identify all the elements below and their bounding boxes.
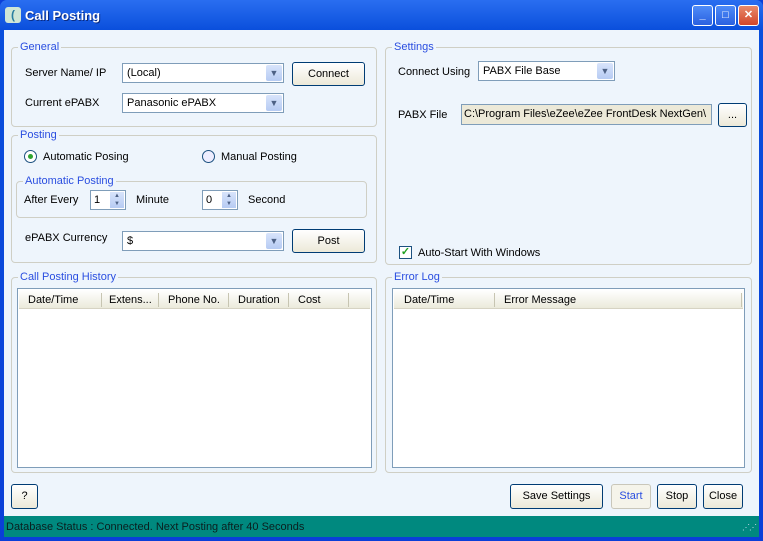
window-title: Call Posting xyxy=(25,8,101,23)
save-settings-button[interactable]: Save Settings xyxy=(510,484,603,509)
chevron-down-icon[interactable]: ▼ xyxy=(266,233,282,249)
stop-button[interactable]: Stop xyxy=(657,484,697,509)
epabx-label: Current ePABX xyxy=(25,97,100,109)
window: ( Call Posting _ □ ✕ General Server Name… xyxy=(0,0,763,541)
maximize-button[interactable]: □ xyxy=(715,5,736,26)
general-legend: General xyxy=(18,41,62,53)
minimize-button[interactable]: _ xyxy=(692,5,713,26)
column-header[interactable]: Error Message xyxy=(504,294,576,306)
chevron-down-icon[interactable]: ▼ xyxy=(597,63,613,79)
errorlog-legend: Error Log xyxy=(392,271,442,283)
close-button[interactable]: Close xyxy=(703,484,743,509)
after-every-label: After Every xyxy=(24,194,79,206)
spinner-arrows-icon[interactable]: ▲ ▼ xyxy=(110,192,124,208)
minute-spinner[interactable]: 1 ▲ ▼ xyxy=(90,190,126,210)
spinner-arrows-icon[interactable]: ▲ ▼ xyxy=(222,192,236,208)
second-spinner[interactable]: 0 ▲ ▼ xyxy=(202,190,238,210)
second-label: Second xyxy=(248,194,286,206)
currency-combo[interactable]: $ ▼ xyxy=(122,231,284,251)
general-group: General xyxy=(11,41,377,127)
column-header[interactable]: Phone No. xyxy=(168,294,220,306)
settings-legend: Settings xyxy=(392,41,436,53)
column-header[interactable]: Cost xyxy=(298,294,321,306)
currency-label: ePABX Currency xyxy=(25,232,108,244)
column-header[interactable]: Duration xyxy=(238,294,280,306)
auto-posting-label: Automatic Posing xyxy=(43,151,129,163)
status-bar: Database Status : Connected. Next Postin… xyxy=(4,516,759,537)
title-bar[interactable]: ( Call Posting _ □ ✕ xyxy=(0,0,763,30)
pabx-file-input[interactable]: C:\Program Files\eZee\eZee FrontDesk Nex… xyxy=(461,104,712,125)
history-header: Date/Time Extens... Phone No. Duration C… xyxy=(19,290,370,309)
connect-using-combo[interactable]: PABX File Base ▼ xyxy=(478,61,615,81)
post-button[interactable]: Post xyxy=(292,229,365,253)
server-label: Server Name/ IP xyxy=(25,67,107,79)
close-window-button[interactable]: ✕ xyxy=(738,5,759,26)
manual-posting-label: Manual Posting xyxy=(221,151,297,163)
app-icon: ( xyxy=(5,7,21,23)
minute-value: 1 xyxy=(94,194,101,206)
history-legend: Call Posting History xyxy=(18,271,118,283)
history-list[interactable]: Date/Time Extens... Phone No. Duration C… xyxy=(17,288,372,468)
minute-label: Minute xyxy=(136,194,170,206)
auto-posting-legend: Automatic Posting xyxy=(23,175,116,187)
pabx-file-label: PABX File xyxy=(398,109,448,121)
resize-grip-icon[interactable]: ⋰⋰ xyxy=(742,523,757,532)
column-header[interactable]: Date/Time xyxy=(404,294,454,306)
column-header[interactable]: Extens... xyxy=(109,294,152,306)
auto-posting-radio[interactable] xyxy=(24,150,37,163)
errorlog-header: Date/Time Error Message xyxy=(394,290,743,309)
chevron-down-icon[interactable]: ▼ xyxy=(266,95,282,111)
currency-value: $ xyxy=(127,235,134,247)
chevron-down-icon[interactable]: ▼ xyxy=(266,65,282,81)
connect-using-label: Connect Using xyxy=(398,66,471,78)
second-value: 0 xyxy=(206,194,213,206)
epabx-value: Panasonic ePABX xyxy=(127,97,217,109)
server-combo[interactable]: (Local) ▼ xyxy=(122,63,284,83)
autostart-checkbox[interactable]: ✓ xyxy=(399,246,412,259)
connect-using-value: PABX File Base xyxy=(483,65,561,77)
server-value: (Local) xyxy=(127,67,161,79)
autostart-label: Auto-Start With Windows xyxy=(418,247,541,259)
browse-button[interactable]: ... xyxy=(718,103,747,127)
epabx-combo[interactable]: Panasonic ePABX ▼ xyxy=(122,93,284,113)
manual-posting-radio[interactable] xyxy=(202,150,215,163)
posting-legend: Posting xyxy=(18,129,59,141)
status-text: Database Status : Connected. Next Postin… xyxy=(6,521,305,533)
errorlog-list[interactable]: Date/Time Error Message xyxy=(392,288,745,468)
help-button[interactable]: ? xyxy=(11,484,38,509)
connect-button[interactable]: Connect xyxy=(292,62,365,86)
column-header[interactable]: Date/Time xyxy=(28,294,78,306)
start-button[interactable]: Start xyxy=(611,484,651,509)
